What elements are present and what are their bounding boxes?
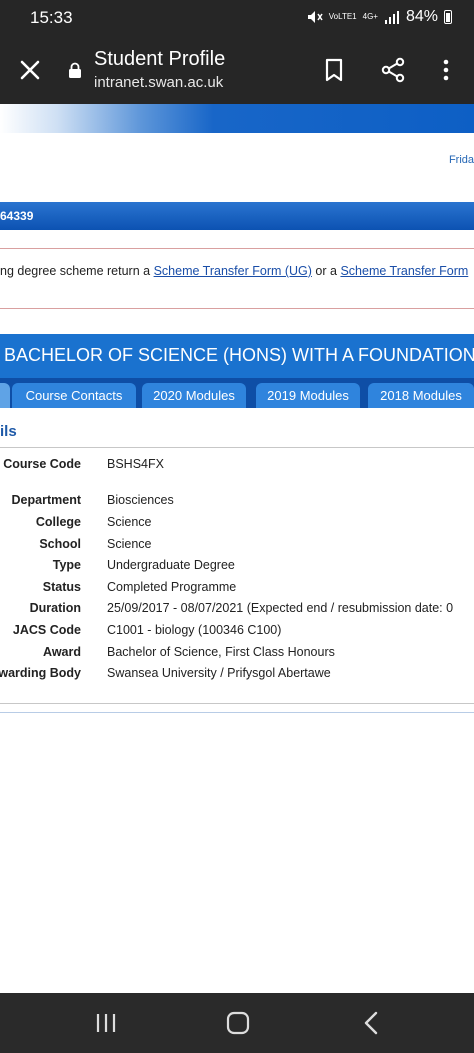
detail-row-award: Award Bachelor of Science, First Class H… (0, 645, 474, 665)
clock: 15:33 (30, 8, 73, 27)
divider (0, 447, 474, 448)
divider (0, 703, 474, 704)
detail-label: Award (43, 645, 81, 659)
detail-row-college: College Science (0, 515, 474, 535)
detail-row-course-code: Course Code BSHS4FX (0, 457, 474, 477)
tab-2018-modules[interactable]: 2018 Modules (368, 383, 474, 408)
page-url[interactable]: intranet.swan.ac.uk (94, 74, 223, 91)
detail-label: School (39, 537, 81, 551)
mute-icon (307, 11, 323, 23)
home-icon[interactable] (224, 1010, 252, 1036)
detail-row-duration: Duration 25/09/2017 - 08/07/2021 (Expect… (0, 601, 474, 621)
battery-percent: 84% (405, 8, 438, 25)
detail-label: Type (52, 558, 81, 572)
detail-label: College (35, 515, 81, 529)
notice-text: ng degree scheme return a (0, 264, 154, 278)
degree-title: BACHELOR OF SCIENCE (HONS) WITH A FOUNDA… (4, 345, 474, 365)
detail-label: Status (42, 580, 81, 594)
site-banner (0, 104, 474, 133)
tab-strip: Course Contacts 2020 Modules 2019 Module… (0, 378, 474, 408)
detail-value: Science (107, 537, 152, 551)
section-title: ils (0, 423, 17, 440)
detail-label: Duration (29, 601, 81, 615)
date-link[interactable]: Frida (449, 154, 474, 166)
student-id: 64339 (0, 209, 34, 223)
back-icon[interactable] (358, 1010, 386, 1036)
detail-row-jacs-code: JACS Code C1001 - biology (100346 C100) (0, 623, 474, 643)
transfer-notice: ng degree scheme return a Scheme Transfe… (0, 264, 474, 278)
tab-2020-modules[interactable]: 2020 Modules (142, 383, 246, 408)
lock-icon (69, 62, 81, 78)
detail-value: Completed Programme (107, 580, 237, 594)
detail-value: Bachelor of Science, First Class Honours (107, 645, 335, 659)
detail-value: BSHS4FX (107, 457, 164, 471)
tab-partial[interactable] (0, 383, 10, 408)
student-id-bar: 64339 (0, 202, 474, 230)
battery-icon (444, 10, 452, 24)
detail-row-type: Type Undergraduate Degree (0, 558, 474, 578)
detail-label: Department (11, 493, 81, 507)
scheme-transfer-link[interactable]: Scheme Transfer Form (340, 264, 468, 278)
degree-title-bar: BACHELOR OF SCIENCE (HONS) WITH A FOUNDA… (0, 334, 474, 378)
scheme-transfer-ug-link[interactable]: Scheme Transfer Form (UG) (154, 264, 312, 278)
browser-toolbar: Student Profile intranet.swan.ac.uk (0, 38, 474, 104)
navigation-bar (0, 993, 474, 1053)
network-label: 4G+ (362, 12, 378, 21)
divider (0, 308, 474, 309)
detail-row-status: Status Completed Programme (0, 580, 474, 600)
detail-value: C1001 - biology (100346 C100) (107, 623, 282, 637)
recent-apps-icon[interactable] (92, 1010, 120, 1036)
share-icon[interactable] (380, 57, 406, 83)
divider (0, 248, 474, 249)
detail-row-school: School Science (0, 537, 474, 557)
detail-label: JACS Code (12, 623, 81, 637)
detail-value: Biosciences (107, 493, 174, 507)
detail-value: 25/09/2017 - 08/07/2021 (Expected end / … (107, 601, 454, 615)
signal-icon (384, 11, 399, 24)
detail-label: Course Code (3, 457, 81, 471)
divider (0, 712, 474, 713)
volte-label: VoLTE1 (328, 12, 357, 21)
detail-row-department: Department Biosciences (0, 493, 474, 513)
detail-value: Swansea University / Prifysgol Abertawe (107, 666, 331, 680)
close-icon[interactable] (18, 58, 42, 82)
bookmark-icon[interactable] (323, 58, 345, 82)
page-title: Student Profile (94, 48, 226, 70)
detail-value: Undergraduate Degree (107, 558, 235, 572)
status-bar: 15:33 VoLTE1 4G+ 84% (0, 0, 474, 38)
more-icon[interactable] (437, 58, 455, 82)
tab-2019-modules[interactable]: 2019 Modules (256, 383, 360, 408)
system-icons: VoLTE1 4G+ 84% (307, 8, 452, 26)
detail-value: Science (107, 515, 152, 529)
detail-row-awarding-body: warding Body Swansea University / Prifys… (0, 666, 474, 686)
notice-or: or a (311, 264, 341, 278)
tab-course-contacts[interactable]: Course Contacts (12, 383, 136, 408)
detail-label: warding Body (0, 666, 81, 680)
